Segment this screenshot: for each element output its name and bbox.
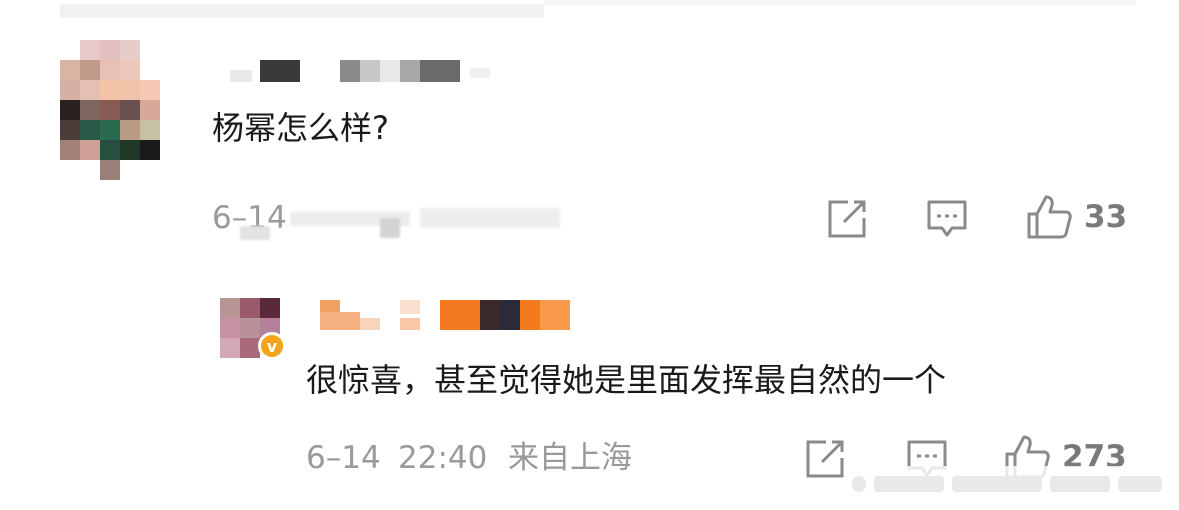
share-icon <box>806 440 844 478</box>
reply-username-redacted[interactable] <box>320 300 570 330</box>
verified-badge: v <box>258 332 286 360</box>
reply-location: 来自上海 <box>508 440 632 476</box>
reply-item: v 很惊喜，甚至觉得她是里面发挥最自然的一个 6–14 22:40 来自上海 2… <box>0 0 1179 510</box>
reply-share-button[interactable] <box>804 438 846 480</box>
reply-text: 很惊喜，甚至觉得她是里面发挥最自然的一个 <box>306 361 947 399</box>
reply-time: 22:40 <box>398 440 488 476</box>
reply-date: 6–14 <box>306 440 381 476</box>
watermark <box>842 466 1172 502</box>
